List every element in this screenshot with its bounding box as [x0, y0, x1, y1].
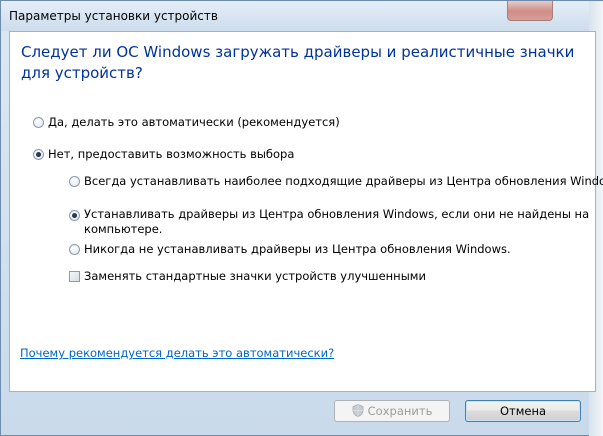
dialog-window: Параметры установки устройств Следует ли…: [0, 0, 603, 436]
radio-manual-indicator[interactable]: [33, 149, 44, 160]
radio-always-label: Всегда устанавливать наиболее подходящие…: [84, 174, 603, 188]
radio-manual-label: Нет, предоставить возможность выбора: [48, 147, 295, 161]
radio-auto-label: Да, делать это автоматически (рекомендуе…: [48, 115, 340, 129]
button-bar: Сохранить Отмена: [9, 392, 596, 436]
checkbox-replace-icons-label: Заменять стандартные значки устройств ул…: [84, 269, 426, 283]
save-button[interactable]: Сохранить: [334, 400, 450, 422]
radio-if-not-found-label-line2: компьютере.: [84, 222, 163, 236]
radio-never-label: Никогда не устанавливать драйверы из Цен…: [84, 242, 511, 256]
radio-never-indicator[interactable]: [69, 244, 80, 255]
why-recommended-link[interactable]: Почему рекомендуется делать это автомати…: [20, 346, 334, 360]
radio-if-not-found-label-line1: Устанавливать драйверы из Центра обновле…: [84, 207, 590, 221]
radio-never[interactable]: Никогда не устанавливать драйверы из Цен…: [69, 242, 589, 258]
cancel-button-label: Отмена: [499, 404, 547, 418]
page-heading: Следует ли ОС Windows загружать драйверы…: [21, 43, 575, 82]
radio-always[interactable]: Всегда устанавливать наиболее подходящие…: [69, 174, 603, 190]
close-button[interactable]: [507, 1, 553, 21]
radio-if-not-found[interactable]: Устанавливать драйверы из Центра обновле…: [69, 207, 589, 239]
window-title: Параметры установки устройств: [9, 9, 218, 23]
content-panel: Следует ли ОС Windows загружать драйверы…: [9, 31, 603, 392]
radio-always-indicator[interactable]: [69, 176, 80, 187]
uac-shield-icon: [352, 404, 364, 417]
window-controls: [453, 1, 603, 23]
save-button-label: Сохранить: [367, 404, 433, 418]
radio-auto[interactable]: Да, делать это автоматически (рекомендуе…: [33, 115, 533, 131]
checkbox-replace-icons-box[interactable]: [69, 271, 80, 282]
radio-manual[interactable]: Нет, предоставить возможность выбора: [33, 147, 533, 163]
radio-if-not-found-indicator[interactable]: [69, 210, 80, 221]
title-bar[interactable]: Параметры установки устройств: [1, 1, 603, 31]
radio-auto-indicator[interactable]: [33, 117, 44, 128]
cancel-button[interactable]: Отмена: [465, 400, 581, 422]
checkbox-replace-icons[interactable]: Заменять стандартные значки устройств ул…: [69, 269, 589, 285]
